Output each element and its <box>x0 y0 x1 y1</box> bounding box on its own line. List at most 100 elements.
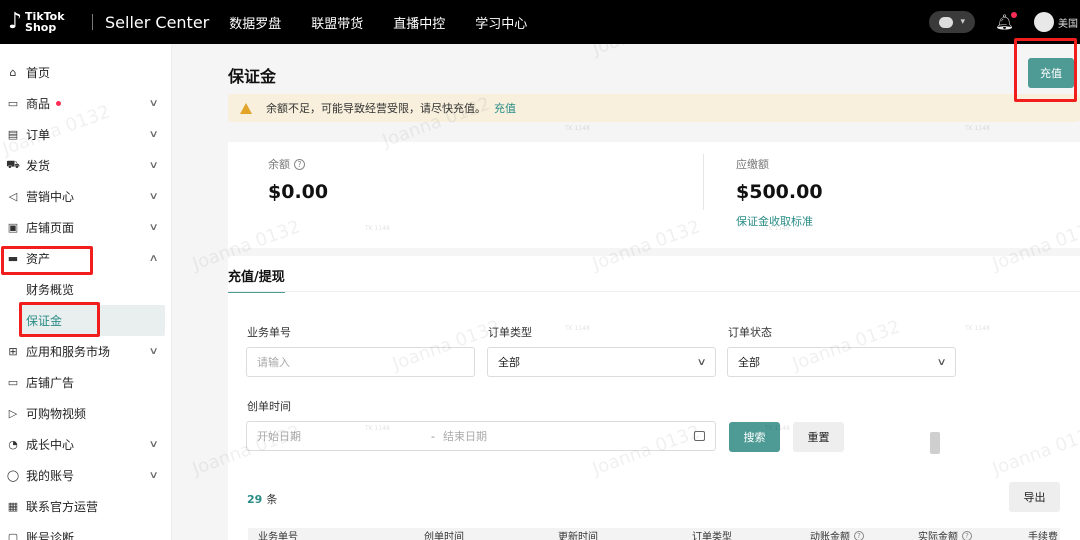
avatar[interactable] <box>1034 12 1054 32</box>
alert-text: 余额不足，可能导致经营受限，请尽快充值。 <box>266 102 486 115</box>
store-icon: ▣ <box>7 221 19 234</box>
sidebar-item-label: 联系官方运营 <box>26 500 99 514</box>
order-number-label: 业务单号 <box>247 326 291 339</box>
reset-button[interactable]: 重置 <box>793 422 844 452</box>
chat-bubble-icon <box>938 16 953 28</box>
new-badge-dot <box>56 101 62 106</box>
sidebar-item-store-ads[interactable]: ▭ 店铺广告 <box>0 367 171 398</box>
column-header-movement-amount: 动账金额? <box>810 528 864 540</box>
scroll-thumb[interactable] <box>930 432 940 454</box>
nav-learning-center[interactable]: 学习中心 <box>475 13 527 32</box>
sidebar: ⌂ 首页 ▭ 商品 ∨ ▤ 订单 ∨ ⛟ 发货 ∨ ◁ 营销中心 ∨ ▣ 店铺页… <box>0 44 172 540</box>
sidebar-item-label: 发货 <box>26 159 51 173</box>
home-icon: ⌂ <box>9 66 17 79</box>
balance-label: 余额 <box>268 158 290 171</box>
order-status-label: 订单状态 <box>728 326 772 339</box>
brand-divider <box>92 14 93 30</box>
nav-affiliate[interactable]: 联盟带货 <box>311 13 363 32</box>
truck-icon: ⛟ <box>6 158 20 171</box>
order-status-value: 全部 <box>738 356 760 369</box>
calendar-icon <box>694 431 705 441</box>
growth-icon: ◔ <box>8 438 18 451</box>
sidebar-item-products[interactable]: ▭ 商品 ∨ <box>0 88 171 119</box>
sidebar-item-shipping[interactable]: ⛟ 发货 ∨ <box>0 150 171 181</box>
sidebar-item-label: 店铺页面 <box>26 221 75 235</box>
sidebar-item-app-market[interactable]: ⊞ 应用和服务市场 ∨ <box>0 336 171 367</box>
date-separator: - <box>431 429 435 443</box>
sidebar-item-label: 资产 <box>26 252 51 266</box>
sidebar-subitem-deposit[interactable]: 保证金 <box>20 305 165 336</box>
records-panel: 充值/提现 业务单号 请输入 订单类型 全部 ∨ 订单状态 全部 ∨ 创单时间 … <box>228 256 1080 540</box>
tiktok-note-icon: ♪ <box>8 9 23 34</box>
sidebar-item-label: 店铺广告 <box>26 376 75 390</box>
product-icon: ▭ <box>7 97 19 110</box>
sidebar-item-marketing[interactable]: ◁ 营销中心 ∨ <box>0 181 171 212</box>
sidebar-item-my-account[interactable]: ◯ 我的账号 ∨ <box>0 460 171 491</box>
alert-topup-link[interactable]: 充值 <box>494 100 516 116</box>
column-header-label: 动账金额 <box>810 532 850 540</box>
sidebar-item-orders[interactable]: ▤ 订单 ∨ <box>0 119 171 150</box>
order-type-value: 全部 <box>498 356 520 369</box>
order-icon: ▤ <box>7 128 19 141</box>
ad-icon: ▭ <box>7 376 19 389</box>
tab-underline <box>228 291 1080 292</box>
sidebar-item-store-page[interactable]: ▣ 店铺页面 ∨ <box>0 212 171 243</box>
order-status-select[interactable]: 全部 ∨ <box>727 347 956 377</box>
top-bar: ♪ TikTok Shop Seller Center 数据罗盘 联盟带货 直播… <box>0 0 1080 44</box>
sidebar-item-label: 账号诊断 <box>26 531 75 540</box>
main-content: 保证金 充值 余额不足，可能导致经营受限，请尽快充值。 充值 余额 ? $0.0… <box>173 44 1080 540</box>
nav-data-compass[interactable]: 数据罗盘 <box>229 13 281 32</box>
deposit-standard-link[interactable]: 保证金收取标准 <box>736 213 823 229</box>
order-type-select[interactable]: 全部 ∨ <box>487 347 716 377</box>
seller-center-title: Seller Center <box>105 12 210 32</box>
megaphone-icon: ◁ <box>8 190 18 203</box>
sidebar-item-label: 首页 <box>26 66 51 80</box>
wallet-icon: ▬ <box>7 252 19 265</box>
tiktok-shop-logo[interactable]: ♪ TikTok Shop <box>8 9 78 34</box>
sidebar-subitem-finance-overview[interactable]: 财务概览 <box>0 274 171 305</box>
sidebar-item-growth-center[interactable]: ◔ 成长中心 ∨ <box>0 429 171 460</box>
topup-button[interactable]: 充值 <box>1028 58 1074 88</box>
sidebar-item-account-diagnosis[interactable]: ▢ 账号诊断 <box>0 522 171 540</box>
sidebar-item-shoppable-video[interactable]: ▷ 可购物视频 <box>0 398 171 429</box>
search-button[interactable]: 搜索 <box>729 422 780 452</box>
chevron-down-icon: ∨ <box>148 191 159 202</box>
insufficient-balance-alert: 余额不足，可能导致经营受限，请尽快充值。 充值 <box>228 94 1080 122</box>
page-title: 保证金 <box>228 67 277 86</box>
record-count-value: 29 <box>247 493 263 506</box>
chevron-down-icon: ∨ <box>148 98 159 109</box>
notification-dot <box>1011 12 1017 18</box>
help-icon[interactable]: ? <box>854 530 864 540</box>
column-header-actual-amount: 实际金额? <box>918 528 972 540</box>
sidebar-item-contact-ops[interactable]: ▦ 联系官方运营 <box>0 491 171 522</box>
column-header-updated-time: 更新时间 <box>558 532 598 540</box>
created-time-label: 创单时间 <box>247 400 291 413</box>
sidebar-item-home[interactable]: ⌂ 首页 <box>0 57 171 88</box>
export-button[interactable]: 导出 <box>1009 482 1060 512</box>
chevron-down-icon: ∨ <box>148 129 159 140</box>
sidebar-item-label: 应用和服务市场 <box>26 345 111 359</box>
notification-bell-icon[interactable]: 🔔︎ <box>995 12 1017 31</box>
help-icon[interactable]: ? <box>962 530 972 540</box>
sidebar-item-label: 我的账号 <box>26 469 75 483</box>
order-number-input[interactable]: 请输入 <box>246 347 475 377</box>
record-count-unit: 条 <box>266 493 278 506</box>
sidebar-item-assets[interactable]: ▬ 资产 ∧ <box>0 243 171 274</box>
column-header-label: 实际金额 <box>918 532 958 540</box>
messages-dropdown[interactable]: ▾ <box>928 11 975 33</box>
balance-value: $0.00 <box>268 181 329 203</box>
diagnosis-icon: ▢ <box>7 531 19 540</box>
record-count: 29 条 <box>247 491 277 507</box>
warning-icon <box>240 102 252 114</box>
column-header-created-time: 创单时间 <box>424 532 464 540</box>
nav-live-control[interactable]: 直播中控 <box>393 13 445 32</box>
balance-card: 余额 ? $0.00 应缴额 $500.00 保证金收取标准 <box>228 142 1080 248</box>
region-label[interactable]: 美国 <box>1058 15 1078 30</box>
date-range-picker[interactable]: 开始日期 - 结束日期 <box>246 421 716 451</box>
apps-icon: ⊞ <box>8 345 18 358</box>
account-icon: ◯ <box>6 469 20 482</box>
contact-icon: ▦ <box>7 500 19 513</box>
tab-topup-withdraw[interactable]: 充值/提现 <box>228 266 285 293</box>
help-icon[interactable]: ? <box>294 158 305 170</box>
chevron-down-icon: ∨ <box>148 222 159 233</box>
